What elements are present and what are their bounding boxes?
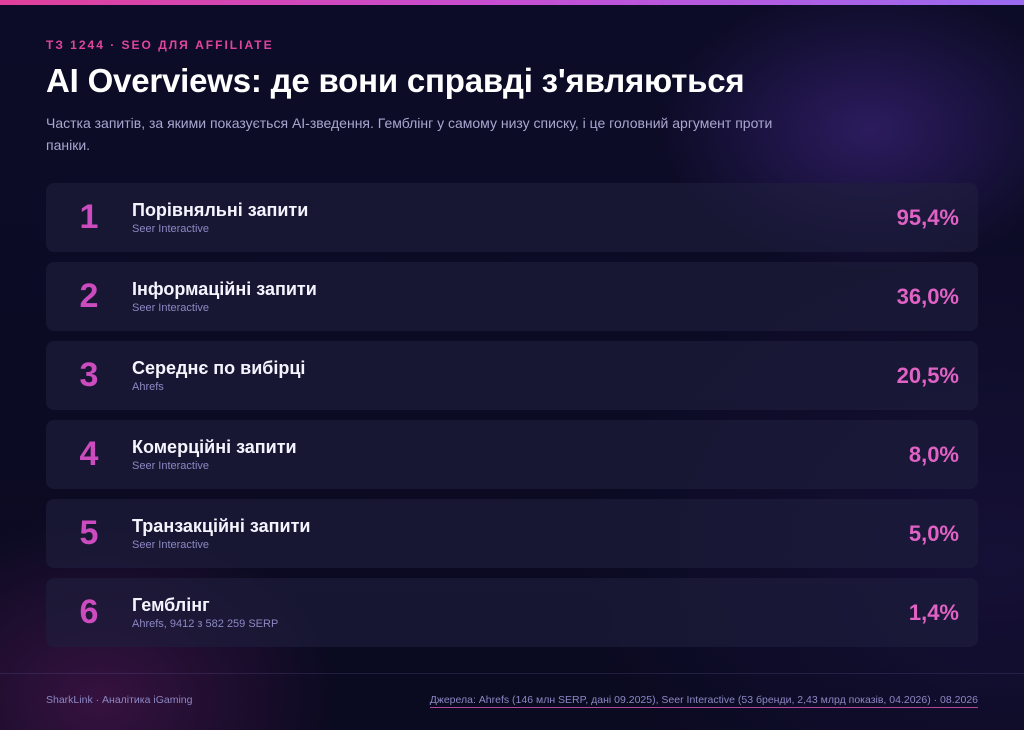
list-item: 4 Комерційні запити Seer Interactive 8,0… bbox=[46, 420, 978, 489]
top-accent-bar bbox=[0, 0, 1024, 5]
row-source: Ahrefs bbox=[132, 381, 164, 393]
rank-number: 6 bbox=[79, 593, 99, 631]
list-item: 3 Середнє по вибірці Ahrefs 20,5% bbox=[46, 341, 978, 410]
rank-number: 4 bbox=[79, 435, 99, 473]
row-value: 95,4% bbox=[896, 205, 959, 230]
rank-number: 2 bbox=[79, 277, 99, 315]
rank-number: 1 bbox=[79, 198, 99, 236]
page-title: AI Overviews: де вони справді з'являютьс… bbox=[46, 62, 745, 99]
row-value: 36,0% bbox=[896, 284, 959, 309]
row-source: Seer Interactive bbox=[132, 302, 210, 314]
row-label: Порівняльні запити bbox=[132, 200, 309, 220]
row-value: 1,4% bbox=[908, 600, 959, 625]
footer-divider bbox=[0, 673, 1024, 674]
footer-brand: SharkLink · Аналітика iGaming bbox=[46, 694, 193, 706]
row-label: Комерційні запити bbox=[132, 437, 297, 457]
eyebrow-label: ТЗ 1244 · SEO ДЛЯ AFFILIATE bbox=[46, 38, 274, 52]
row-source: Seer Interactive bbox=[132, 539, 210, 551]
row-source: Ahrefs, 9412 з 582 259 SERP bbox=[132, 618, 279, 630]
row-value: 8,0% bbox=[908, 442, 959, 467]
row-source: Seer Interactive bbox=[132, 223, 210, 235]
ranking-list: 1 Порівняльні запити Seer Interactive 95… bbox=[46, 183, 978, 657]
list-item: 5 Транзакційні запити Seer Interactive 5… bbox=[46, 499, 978, 568]
list-item: 1 Порівняльні запити Seer Interactive 95… bbox=[46, 183, 978, 252]
row-value: 5,0% bbox=[908, 521, 959, 546]
rank-number: 3 bbox=[79, 356, 99, 394]
rank-number: 5 bbox=[79, 514, 99, 552]
footer-sources: Джерела: Ahrefs (146 млн SERP, дані 09.2… bbox=[429, 694, 978, 708]
row-source: Seer Interactive bbox=[132, 460, 210, 472]
list-item: 6 Гемблінг Ahrefs, 9412 з 582 259 SERP 1… bbox=[46, 578, 978, 647]
row-label: Інформаційні запити bbox=[132, 279, 317, 299]
row-label: Транзакційні запити bbox=[132, 516, 311, 536]
row-value: 20,5% bbox=[896, 363, 959, 388]
page-subtitle: Частка запитів, за якими показується AI-… bbox=[46, 115, 773, 153]
row-label: Середнє по вибірці bbox=[132, 358, 306, 378]
row-label: Гемблінг bbox=[132, 595, 210, 615]
list-item: 2 Інформаційні запити Seer Interactive 3… bbox=[46, 262, 978, 331]
